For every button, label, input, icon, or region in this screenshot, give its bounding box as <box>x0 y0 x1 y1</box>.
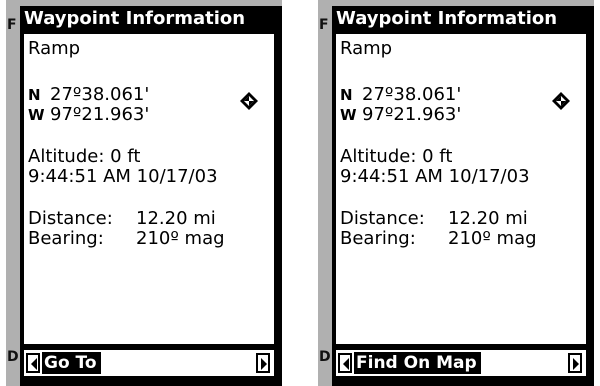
action-option[interactable]: Go To <box>42 352 101 374</box>
latitude-value: 27º38.061' <box>362 84 462 105</box>
bearing-value: 210º mag <box>448 228 537 249</box>
gps-screen-right: F D Waypoint Information Ramp N 27º38.061… <box>318 0 594 386</box>
background-menu-letter: D <box>7 349 19 365</box>
waypoint-name: Ramp <box>340 38 393 59</box>
distance-label: Distance: <box>340 208 425 229</box>
background-menu-letter: D <box>319 349 331 365</box>
latitude-row: N 27º38.061' <box>340 84 461 106</box>
longitude-row: W 97º21.963' <box>340 104 461 126</box>
latitude-value: 27º38.061' <box>50 84 150 105</box>
date-time: 9:44:51 AM 10/17/03 <box>28 166 218 187</box>
arrow-right-icon <box>261 358 267 370</box>
action-selector[interactable]: Find On Map <box>336 350 586 376</box>
bearing-label: Bearing: <box>340 228 416 249</box>
longitude-value: 97º21.963' <box>362 104 462 125</box>
bearing-value: 210º mag <box>136 228 225 249</box>
window-title: Waypoint Information <box>20 6 282 32</box>
longitude-hemisphere: W <box>28 106 45 124</box>
gps-screen-left: F D Waypoint Information Ramp N 27º38.061… <box>6 0 282 386</box>
action-option[interactable]: Find On Map <box>354 352 481 374</box>
latitude-hemisphere: N <box>340 86 353 104</box>
distance-row: Distance: 12.20 mi <box>28 208 216 230</box>
waypoint-info-window: Waypoint Information Ramp N 27º38.061' W9… <box>332 6 594 386</box>
next-option-button[interactable] <box>568 353 582 373</box>
distance-value: 12.20 mi <box>448 208 528 229</box>
longitude-value: 97º21.963' <box>50 104 150 125</box>
previous-option-button[interactable] <box>338 353 352 373</box>
distance-value: 12.20 mi <box>136 208 216 229</box>
altitude: Altitude: 0 ft <box>340 146 453 167</box>
window-title: Waypoint Information <box>332 6 594 32</box>
waypoint-name: Ramp <box>28 38 81 59</box>
arrow-left-icon <box>31 358 37 370</box>
bearing-label: Bearing: <box>28 228 104 249</box>
longitude-hemisphere: W <box>340 106 357 124</box>
arrow-left-icon <box>343 358 349 370</box>
bearing-row: Bearing: 210º mag <box>28 228 225 250</box>
altitude: Altitude: 0 ft <box>28 146 141 167</box>
bearing-row: Bearing: 210º mag <box>340 228 537 250</box>
waypoint-diamond-icon <box>240 92 258 110</box>
distance-label: Distance: <box>28 208 113 229</box>
arrow-right-icon <box>573 358 579 370</box>
action-selector[interactable]: Go To <box>24 350 274 376</box>
background-menu-letter: F <box>7 17 17 33</box>
date-time: 9:44:51 AM 10/17/03 <box>340 166 530 187</box>
background-menu-letter: F <box>319 17 329 33</box>
waypoint-diamond-icon <box>552 92 570 110</box>
latitude-hemisphere: N <box>28 86 41 104</box>
latitude-row: N 27º38.061' <box>28 84 149 106</box>
waypoint-details-panel: Ramp N 27º38.061' W 97º21.963' Altitude: 0… <box>336 34 586 344</box>
waypoint-details-panel: Ramp N 27º38.061' W 97º21.963' Altitude: 0… <box>24 34 274 344</box>
longitude-row: W 97º21.963' <box>28 104 149 126</box>
distance-row: Distance: 12.20 mi <box>340 208 528 230</box>
next-option-button[interactable] <box>256 353 270 373</box>
waypoint-info-window: Waypoint Information Ramp N 27º38.061' W9… <box>20 6 282 386</box>
previous-option-button[interactable] <box>26 353 40 373</box>
